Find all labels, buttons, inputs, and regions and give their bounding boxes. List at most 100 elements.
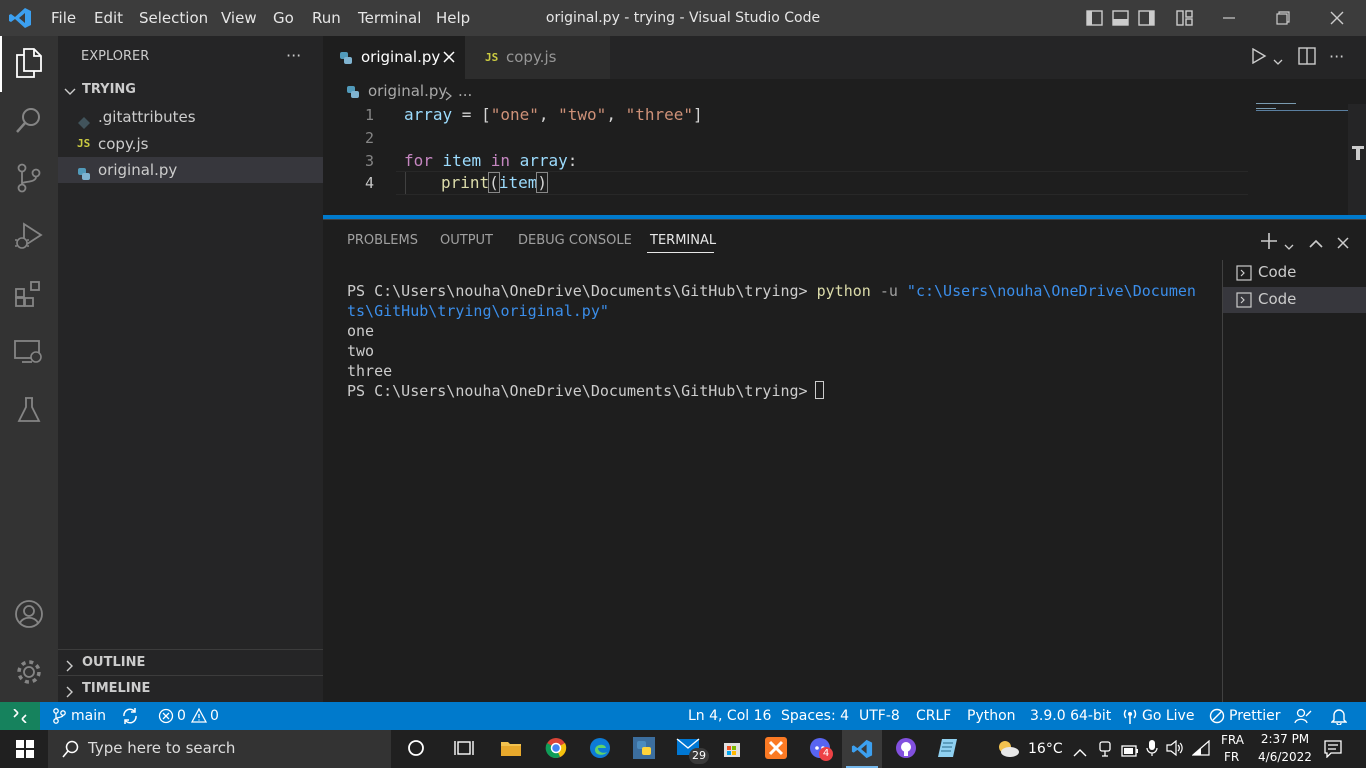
menu-go[interactable]: Go [273, 0, 294, 36]
github-desktop-icon[interactable] [895, 737, 917, 763]
code-line-1[interactable]: array = ["one", "two", "three"] [404, 104, 703, 126]
tree-item-original-py[interactable]: original.py [58, 157, 323, 183]
terminal-line[interactable]: PS C:\Users\nouha\OneDrive\Documents\Git… [347, 381, 817, 401]
close-panel-icon[interactable] [1337, 234, 1349, 253]
clock-date[interactable]: 4/6/2022 [1253, 749, 1317, 765]
toggle-sidebar-icon[interactable] [1086, 10, 1103, 30]
minimap-line [1256, 108, 1276, 109]
toggle-panel-icon[interactable] [1112, 10, 1129, 30]
terminal-line[interactable]: PS C:\Users\nouha\OneDrive\Documents\Git… [347, 281, 1196, 301]
manage-gear-icon[interactable] [0, 647, 58, 697]
meet-now-icon[interactable] [1098, 740, 1112, 762]
timeline-section[interactable]: TIMELINE [82, 681, 150, 696]
menu-view[interactable]: View [221, 0, 257, 36]
tab-original-py[interactable]: original.py [323, 36, 465, 79]
customize-layout-icon[interactable] [1176, 10, 1193, 30]
action-center-icon[interactable] [1324, 740, 1342, 762]
status-warnings[interactable]: 0 [210, 702, 219, 730]
status-branch[interactable]: main [71, 702, 106, 730]
warning-icon [190, 707, 208, 728]
new-terminal-icon[interactable] [1260, 232, 1278, 254]
status-interpreter[interactable]: 3.9.0 64-bit [1030, 702, 1111, 730]
explorer-icon[interactable] [0, 38, 58, 88]
tree-item-gitattributes[interactable]: .gitattributes [58, 104, 323, 130]
chevron-up-icon[interactable] [1073, 743, 1087, 762]
menu-file[interactable]: File [51, 0, 76, 36]
accounts-icon[interactable] [0, 589, 58, 639]
terminal-list-item[interactable]: Code [1223, 260, 1366, 286]
notepad-icon[interactable] [937, 737, 959, 763]
taskbar-search-box[interactable]: Type here to search [48, 730, 391, 768]
cortana-icon[interactable] [407, 739, 425, 761]
menu-terminal[interactable]: Terminal [358, 0, 421, 36]
minimize-button[interactable] [1206, 0, 1252, 36]
folder-trying[interactable]: TRYING [82, 82, 136, 97]
clock-time[interactable]: 2:37 PM [1258, 731, 1312, 747]
breadcrumb-more[interactable]: ... [458, 81, 472, 101]
discord-badge: 4 [819, 747, 833, 761]
run-debug-icon[interactable] [0, 211, 58, 261]
input-language[interactable]: FRA [1221, 732, 1244, 748]
terminal-line[interactable]: ts\GitHub\trying\original.py" [347, 301, 609, 321]
chevron-down-icon [64, 83, 76, 102]
source-control-icon[interactable] [0, 153, 58, 203]
status-encoding[interactable]: UTF-8 [859, 702, 900, 730]
chevron-down-icon[interactable] [1273, 52, 1283, 71]
status-language[interactable]: Python [967, 702, 1016, 730]
close-window-button[interactable] [1314, 0, 1360, 36]
restore-button[interactable] [1260, 0, 1306, 36]
weather-temperature[interactable]: 16°C [1028, 739, 1063, 759]
sync-icon[interactable] [121, 707, 139, 729]
chrome-icon[interactable] [545, 737, 567, 763]
code-line-4[interactable]: print(item) [441, 172, 548, 194]
feedback-person-icon[interactable] [1294, 707, 1312, 729]
menu-run[interactable]: Run [312, 0, 341, 36]
xampp-icon[interactable] [765, 737, 787, 763]
tab-terminal[interactable]: TERMINAL [650, 231, 716, 251]
more-actions-icon[interactable]: ··· [1329, 47, 1344, 66]
toggle-secondary-sidebar-icon[interactable] [1138, 10, 1155, 30]
status-cursor-position[interactable]: Ln 4, Col 16 [688, 702, 771, 730]
outline-section[interactable]: OUTLINE [82, 655, 145, 670]
tree-item-copy-js[interactable]: JS copy.js [58, 131, 323, 157]
tab-copy-js[interactable]: JS copy.js [465, 36, 610, 79]
battery-icon[interactable] [1121, 742, 1139, 761]
task-view-icon[interactable] [454, 739, 474, 761]
chevron-down-icon[interactable] [1284, 237, 1294, 256]
remote-indicator[interactable] [0, 702, 40, 730]
volume-icon[interactable] [1166, 739, 1184, 760]
python-app-icon[interactable] [633, 737, 655, 763]
microphone-icon[interactable] [1146, 739, 1158, 761]
status-errors[interactable]: 0 [177, 702, 186, 730]
code-line-3[interactable]: for item in array: [404, 150, 577, 172]
testing-icon[interactable] [0, 385, 58, 435]
split-editor-icon[interactable] [1298, 47, 1316, 69]
file-explorer-icon[interactable] [500, 738, 522, 762]
maximize-panel-icon[interactable] [1309, 234, 1323, 253]
extensions-icon[interactable] [0, 269, 58, 319]
run-python-icon[interactable] [1251, 47, 1267, 68]
windows-start-icon[interactable] [16, 740, 34, 762]
terminal-list-item-active[interactable]: Code [1223, 287, 1366, 313]
tab-problems[interactable]: PROBLEMS [347, 231, 418, 251]
menu-help[interactable]: Help [436, 0, 470, 36]
status-go-live[interactable]: Go Live [1142, 702, 1194, 730]
close-tab-icon[interactable] [443, 51, 455, 63]
vscode-taskbar-button[interactable] [842, 730, 882, 768]
status-eol[interactable]: CRLF [916, 702, 951, 730]
search-icon[interactable] [0, 95, 58, 145]
menu-edit[interactable]: Edit [94, 0, 123, 36]
store-icon[interactable] [721, 737, 743, 763]
notifications-bell-icon[interactable] [1330, 707, 1348, 729]
tab-output[interactable]: OUTPUT [440, 231, 493, 251]
status-prettier[interactable]: Prettier [1229, 702, 1281, 730]
explorer-more-actions[interactable]: ··· [286, 46, 301, 65]
keyboard-layout[interactable]: FR [1224, 749, 1239, 765]
wifi-icon[interactable] [1191, 739, 1210, 760]
edge-icon[interactable] [589, 737, 611, 763]
breadcrumb-file[interactable]: original.py [368, 81, 447, 101]
menu-selection[interactable]: Selection [139, 0, 208, 36]
remote-explorer-icon[interactable] [0, 327, 58, 377]
tab-debug-console[interactable]: DEBUG CONSOLE [518, 231, 632, 251]
status-indentation[interactable]: Spaces: 4 [781, 702, 849, 730]
